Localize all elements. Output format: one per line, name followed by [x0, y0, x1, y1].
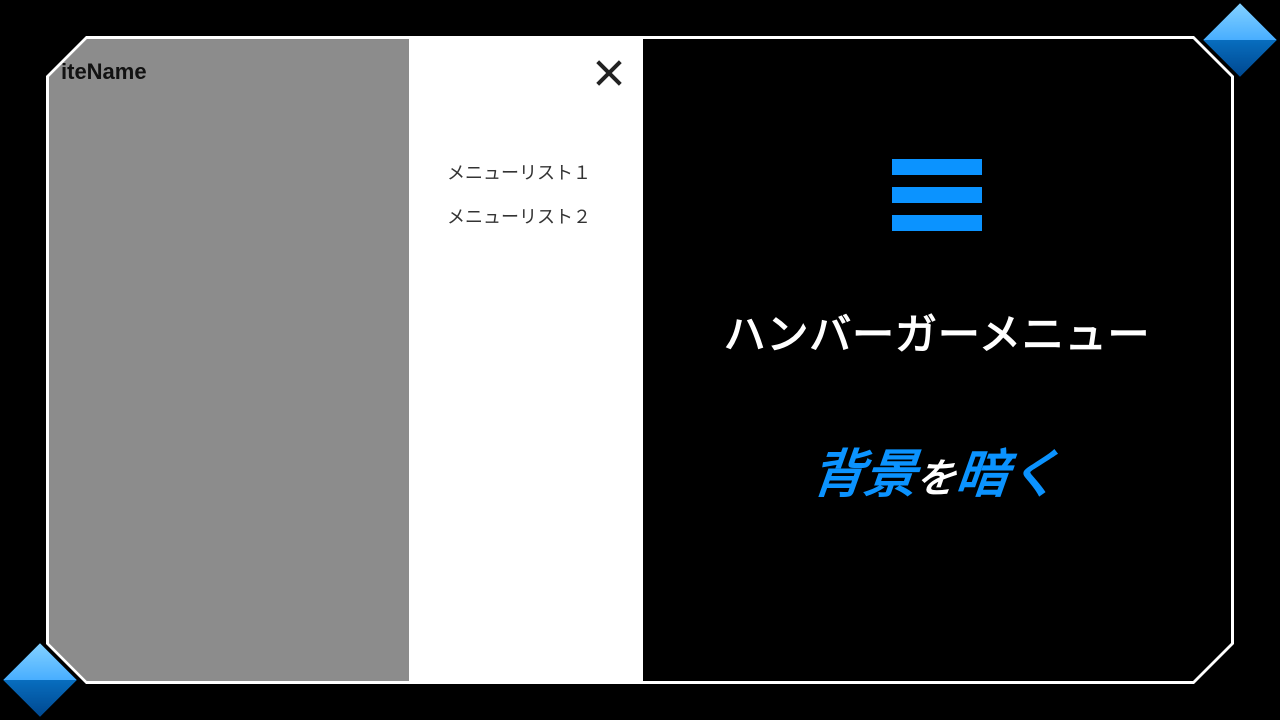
hamburger-icon — [892, 159, 982, 231]
caption-subtitle: 背景を暗く — [809, 432, 1065, 507]
frame-inner: iteName メニューリスト１ メニューリスト２ ハンバーガーメニュー 背景を… — [49, 39, 1231, 681]
menu-item-1[interactable]: メニューリスト１ — [447, 159, 591, 185]
mockup-panel: iteName メニューリスト１ メニューリスト２ — [49, 39, 643, 681]
caption-panel: ハンバーガーメニュー 背景を暗く — [643, 39, 1231, 681]
subtitle-accent-2: 暗く — [953, 446, 1063, 504]
subtitle-accent-1: 背景 — [809, 446, 919, 504]
decorative-frame: iteName メニューリスト１ メニューリスト２ ハンバーガーメニュー 背景を… — [46, 36, 1234, 684]
drawer-list: メニューリスト１ メニューリスト２ — [447, 159, 591, 229]
caption-title: ハンバーガーメニュー — [724, 301, 1151, 362]
close-icon[interactable] — [593, 57, 625, 89]
drawer-panel: メニューリスト１ メニューリスト２ — [409, 39, 643, 681]
subtitle-small: を — [914, 457, 959, 501]
menu-item-2[interactable]: メニューリスト２ — [447, 203, 591, 229]
